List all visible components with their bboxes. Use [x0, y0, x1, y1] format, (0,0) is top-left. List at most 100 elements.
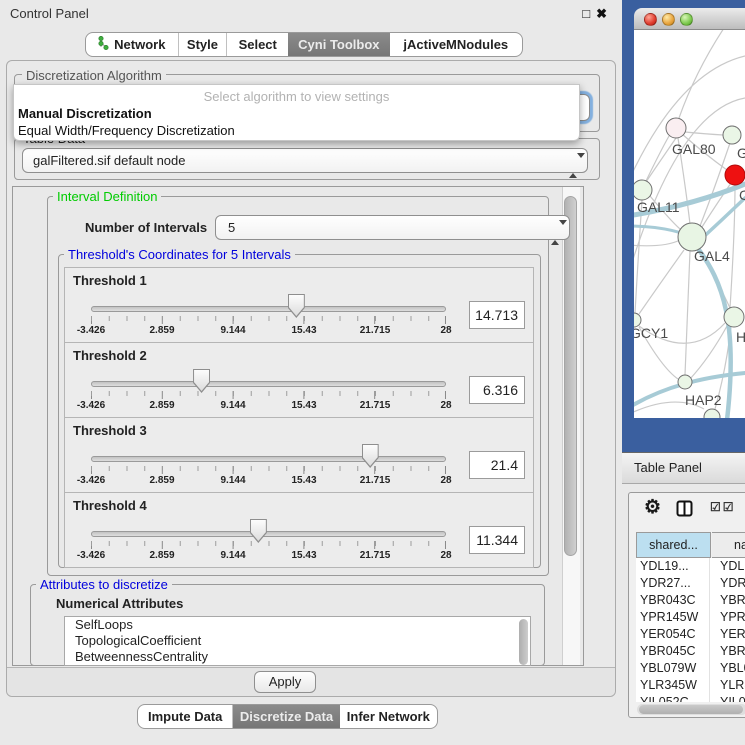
label-gal80: GAL80 — [672, 141, 716, 157]
tab-style[interactable]: Style — [179, 33, 228, 56]
tab-discretize-data[interactable]: Discretize Data — [233, 705, 339, 728]
cyni-mode-tabs: Impute Data Discretize Data Infer Networ… — [137, 704, 438, 729]
node-hap2[interactable] — [678, 375, 692, 389]
slider-tick-labels: -3.4262.8599.14415.4321.71528 — [91, 400, 446, 413]
threshold-2-row: Threshold 2 -3.4262.8599.14415.4321.7152… — [64, 342, 534, 418]
tab-cyni-toolbox[interactable]: Cyni Toolbox — [288, 33, 390, 56]
window-controls: □✖ — [582, 6, 613, 22]
dropdown-option-equal-width[interactable]: Equal Width/Frequency Discretization — [14, 122, 579, 139]
tab-impute-data[interactable]: Impute Data — [138, 705, 233, 728]
dropdown-option-manual[interactable]: Manual Discretization — [14, 105, 579, 122]
threshold-1-row: Threshold 1 -3.4262.8599.14415.4321.7152… — [64, 267, 534, 343]
tab-select-label: Select — [239, 37, 277, 52]
label-gcy1: GCY1 — [634, 325, 668, 341]
tab-impute-data-label: Impute Data — [148, 709, 222, 724]
spinner-arrows-icon — [551, 221, 560, 235]
tab-cyni-toolbox-label: Cyni Toolbox — [298, 37, 379, 52]
threshold-4-label: Threshold 4 — [73, 498, 147, 513]
label-cut-mid-right: C — [739, 187, 745, 203]
list-item[interactable]: BetweennessCentrality — [65, 649, 530, 665]
tab-network[interactable]: Network — [86, 33, 179, 56]
number-of-intervals-value: 5 — [228, 220, 235, 235]
network-window-titlebar[interactable] — [634, 8, 745, 30]
numerical-attributes-list[interactable]: SelfLoops TopologicalCoefficient Between… — [64, 616, 531, 666]
table-data-value: galFiltered.sif default node — [33, 153, 185, 168]
threshold-2-value-field[interactable]: 6.316 — [469, 376, 525, 404]
threshold-3-row: Threshold 3 -3.4262.8599.14415.4321.7152… — [64, 417, 534, 493]
thresholds-group-title: Threshold's Coordinates for 5 Intervals — [64, 247, 295, 262]
threshold-3-label: Threshold 3 — [73, 423, 147, 438]
table-row[interactable]: YLR345WYLR3 — [636, 677, 745, 694]
slider-tick-labels: -3.4262.8599.14415.4321.71528 — [91, 550, 446, 563]
list-scrollbar-thumb[interactable] — [519, 619, 528, 665]
table-row[interactable]: YER054CYER0 — [636, 626, 745, 643]
table-row[interactable]: YBR043CYBR0 — [636, 592, 745, 609]
node-top-right[interactable] — [723, 126, 741, 144]
minimize-traffic-light-icon[interactable] — [662, 13, 675, 26]
table-row[interactable]: YIL052CYIL0 — [636, 694, 745, 702]
gear-icon[interactable]: ⚙ — [644, 496, 661, 519]
list-item[interactable]: TopologicalCoefficient — [65, 633, 530, 649]
threshold-3-slider-handle[interactable] — [362, 444, 379, 468]
label-cut-low-right: H — [736, 329, 745, 345]
dropdown-prompt-item[interactable]: Select algorithm to view settings — [14, 85, 579, 105]
table-row[interactable]: YPR145WYPR1 — [636, 609, 745, 626]
discretization-algorithm-title: Discretization Algorithm — [22, 68, 166, 83]
close-traffic-light-icon[interactable] — [644, 13, 657, 26]
threshold-4-value-field[interactable]: 11.344 — [469, 526, 525, 554]
number-of-intervals-spinner[interactable]: 5 — [215, 215, 570, 240]
float-window-icon[interactable]: □ — [582, 6, 596, 21]
tab-discretize-data-label: Discretize Data — [240, 709, 333, 724]
columns-icon[interactable] — [676, 500, 693, 522]
table-row[interactable]: YBL079WYBL0 — [636, 660, 745, 677]
select-columns-checkboxes-icon[interactable]: ☑☑ — [710, 500, 736, 514]
node-selected-red[interactable] — [725, 165, 745, 185]
node-gal11[interactable] — [634, 180, 652, 200]
threshold-1-value-field[interactable]: 14.713 — [469, 301, 525, 329]
slider-tick-labels: -3.4262.8599.14415.4321.71528 — [91, 325, 446, 338]
numerical-attributes-label: Numerical Attributes — [56, 596, 183, 611]
threshold-2-slider-handle[interactable] — [193, 369, 210, 393]
threshold-3-value-field[interactable]: 21.4 — [469, 451, 525, 479]
network-view-window: GAL80 GA C GAL11 GAL4 GCY1 H HAP2 — [634, 8, 745, 418]
vertical-scrollbar-thumb[interactable] — [564, 196, 577, 556]
threshold-4-row: Threshold 4 -3.4262.8599.14415.4321.7152… — [64, 492, 534, 568]
table-row[interactable]: YBR045CYBR0 — [636, 643, 745, 660]
table-data-combobox[interactable]: galFiltered.sif default node — [22, 148, 588, 173]
node-gal80[interactable] — [666, 118, 686, 138]
column-header-name[interactable]: na — [712, 532, 745, 558]
network-canvas[interactable]: GAL80 GA C GAL11 GAL4 GCY1 H HAP2 — [634, 30, 745, 418]
threshold-4-slider-handle[interactable] — [250, 519, 267, 543]
tab-infer-network-label: Infer Network — [347, 709, 430, 724]
tab-infer-network[interactable]: Infer Network — [340, 705, 437, 728]
tab-jactivemnodules[interactable]: jActiveMNodules — [390, 33, 522, 56]
algorithm-dropdown-popup: Select algorithm to view settings Manual… — [13, 84, 580, 141]
label-hap2: HAP2 — [685, 392, 722, 408]
network-edges — [634, 30, 745, 414]
tab-select[interactable]: Select — [227, 33, 288, 56]
table-row[interactable]: YDR27...YDR2 — [636, 575, 745, 592]
column-header-shared[interactable]: shared... — [636, 532, 711, 558]
threshold-1-slider-handle[interactable] — [288, 294, 305, 318]
table-row[interactable]: YDL19...YDL1 — [636, 558, 745, 575]
panel-title: Control Panel — [10, 6, 89, 21]
close-window-icon[interactable]: ✖ — [596, 6, 613, 21]
node-right-low[interactable] — [724, 307, 744, 327]
table-rows[interactable]: YDL19...YDL1 YDR27...YDR2 YBR043CYBR0 YP… — [636, 558, 745, 702]
label-gal4: GAL4 — [694, 248, 730, 264]
list-item[interactable]: SelfLoops — [65, 617, 530, 633]
apply-button[interactable]: Apply — [254, 671, 316, 693]
node-gal4[interactable] — [678, 223, 706, 251]
tab-style-label: Style — [187, 37, 218, 52]
tab-network-label: Network — [114, 37, 165, 52]
network-icon — [98, 36, 109, 53]
control-panel-tabs: Network Style Select Cyni Toolbox jActiv… — [85, 32, 523, 57]
zoom-traffic-light-icon[interactable] — [680, 13, 693, 26]
threshold-2-label: Threshold 2 — [73, 348, 147, 363]
horizontal-scrollbar-thumb[interactable] — [639, 705, 743, 714]
table-panel-title: Table Panel — [634, 460, 702, 475]
threshold-1-label: Threshold 1 — [73, 273, 147, 288]
interval-definition-title: Interval Definition — [53, 189, 161, 204]
node-bottom[interactable] — [704, 409, 720, 418]
label-gal11: GAL11 — [637, 199, 680, 215]
